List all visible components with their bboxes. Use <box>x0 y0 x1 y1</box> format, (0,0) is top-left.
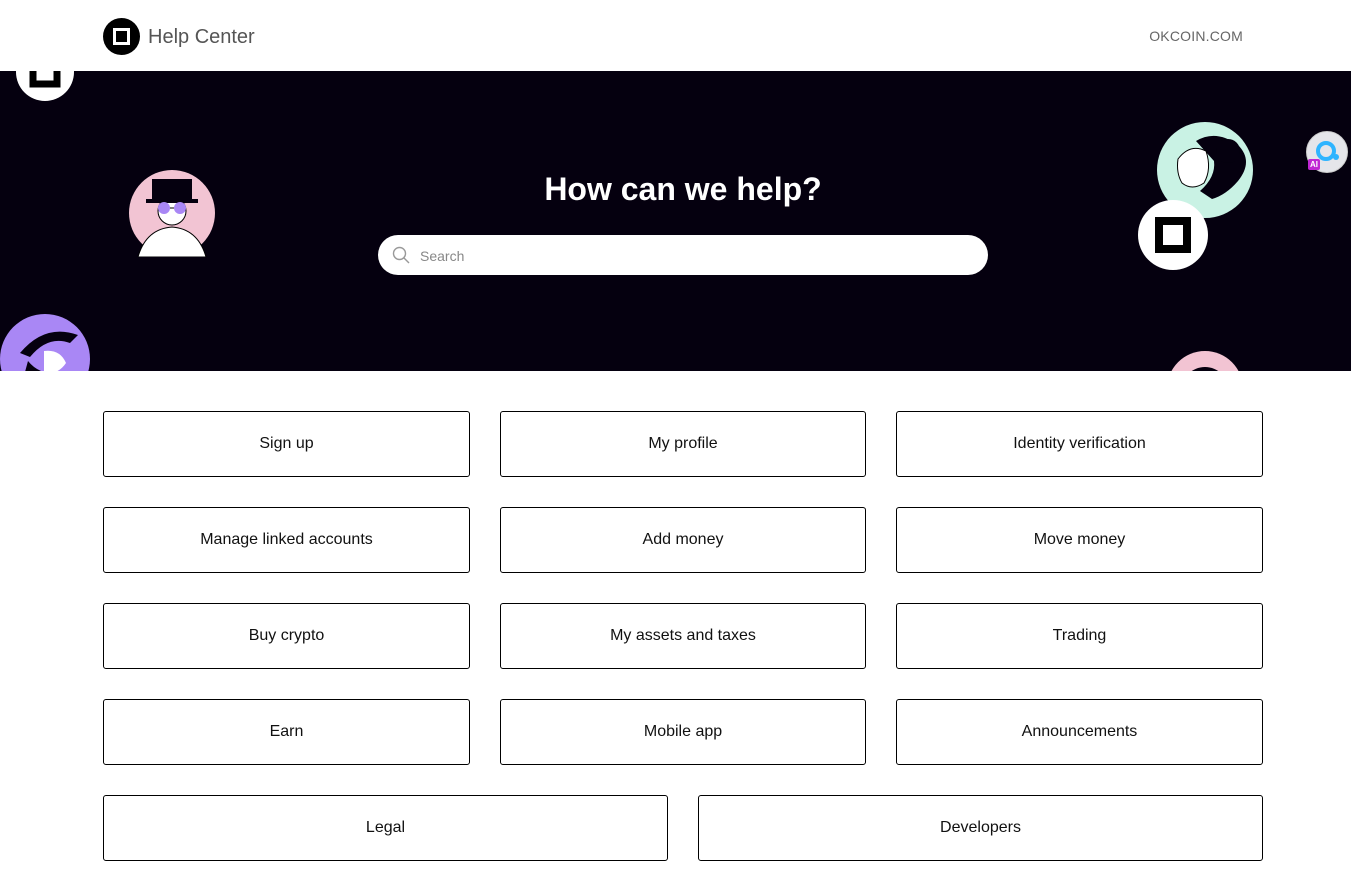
category-card-manage-linked-accounts[interactable]: Manage linked accounts <box>103 507 470 573</box>
okcoin-logo-icon[interactable] <box>103 18 140 55</box>
category-card-mobile-app[interactable]: Mobile app <box>500 699 866 765</box>
search-bar[interactable] <box>378 235 988 277</box>
ai-badge: AI <box>1308 159 1320 170</box>
help-center-title[interactable]: Help Center <box>148 25 255 49</box>
category-card-sign-up[interactable]: Sign up <box>103 411 470 477</box>
avatar-pink-partial-illustration <box>1171 351 1239 371</box>
category-card-move-money[interactable]: Move money <box>896 507 1263 573</box>
category-card-earn[interactable]: Earn <box>103 699 470 765</box>
avatar-purple-illustration <box>0 314 90 371</box>
search-input[interactable] <box>418 235 972 277</box>
category-card-developers[interactable]: Developers <box>698 795 1263 861</box>
ai-assistant-widget[interactable]: AI <box>1306 131 1348 173</box>
category-card-my-assets-and-taxes[interactable]: My assets and taxes <box>500 603 866 669</box>
assistant-dot-icon <box>1333 154 1339 160</box>
category-card-trading[interactable]: Trading <box>896 603 1263 669</box>
category-card-my-profile[interactable]: My profile <box>500 411 866 477</box>
category-card-add-money[interactable]: Add money <box>500 507 866 573</box>
top-header: Help Center OKCOIN.COM <box>0 0 1351 71</box>
category-card-legal[interactable]: Legal <box>103 795 668 861</box>
logo-badge-icon <box>16 71 74 101</box>
category-card-announcements[interactable]: Announcements <box>896 699 1263 765</box>
hero-title: How can we help? <box>544 171 822 207</box>
category-card-buy-crypto[interactable]: Buy crypto <box>103 603 470 669</box>
search-icon <box>392 246 410 264</box>
okcoin-site-link[interactable]: OKCOIN.COM <box>1149 28 1243 44</box>
logo-badge-right-icon <box>1138 200 1208 270</box>
category-card-identity-verification[interactable]: Identity verification <box>896 411 1263 477</box>
hero-banner: How can we help? <box>0 71 1351 371</box>
